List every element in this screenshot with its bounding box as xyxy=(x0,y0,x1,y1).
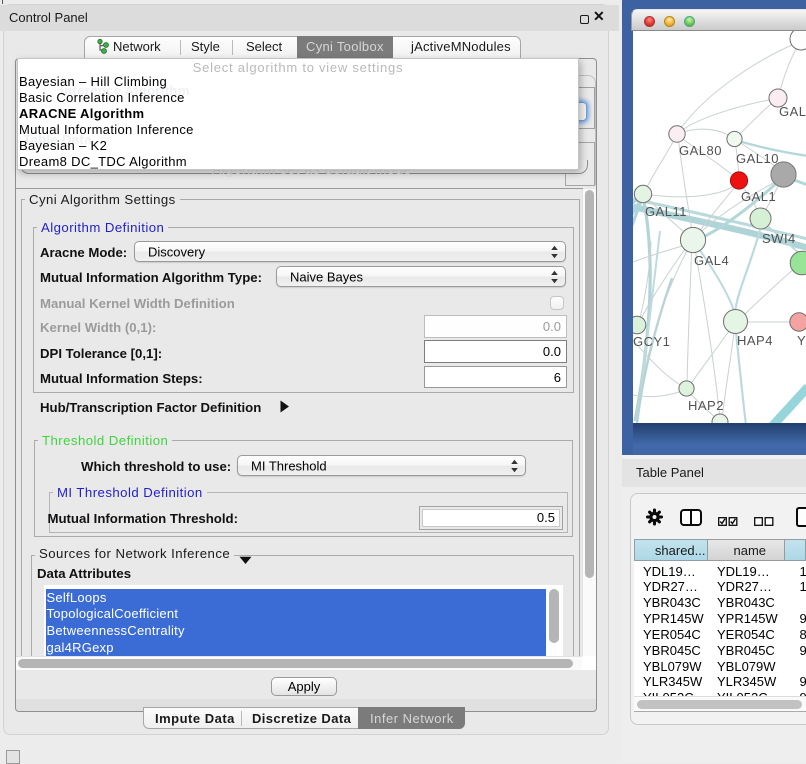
svg-text:GAL10: GAL10 xyxy=(736,151,779,166)
svg-text:HAP2: HAP2 xyxy=(688,398,724,413)
svg-text:SWI4: SWI4 xyxy=(762,231,796,246)
svg-text:GAL11: GAL11 xyxy=(645,204,687,219)
svg-text:GCY1: GCY1 xyxy=(633,334,670,349)
svg-text:Y: Y xyxy=(797,333,806,348)
svg-text:GAL1: GAL1 xyxy=(741,189,776,204)
svg-text:GAL4: GAL4 xyxy=(694,253,729,268)
svg-text:GAL2: GAL2 xyxy=(779,104,806,119)
svg-text:HAP4: HAP4 xyxy=(737,333,773,348)
svg-text:GAL80: GAL80 xyxy=(679,143,722,158)
